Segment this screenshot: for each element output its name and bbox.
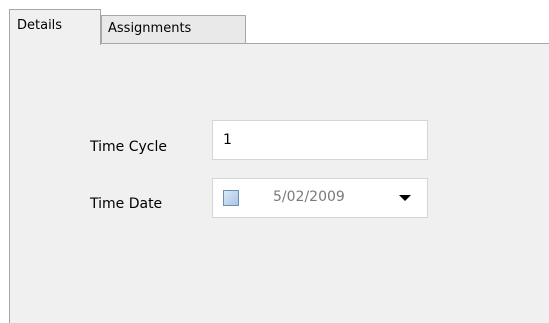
window: Details Assignments Time Cycle Time Date… <box>0 0 549 323</box>
time-cycle-input[interactable] <box>212 120 428 160</box>
checkbox-icon[interactable] <box>223 190 239 206</box>
tab-details[interactable]: Details <box>9 9 101 45</box>
tab-strip: Details Assignments <box>9 9 549 45</box>
details-panel: Time Cycle Time Date 5/02/2009 <box>9 43 549 323</box>
time-cycle-label: Time Cycle <box>90 139 167 155</box>
time-date-value: 5/02/2009 <box>273 189 345 205</box>
tab-assignments[interactable]: Assignments <box>101 15 246 44</box>
time-date-picker[interactable]: 5/02/2009 <box>212 178 428 218</box>
time-date-label: Time Date <box>90 196 163 212</box>
chevron-down-icon[interactable] <box>399 195 411 201</box>
